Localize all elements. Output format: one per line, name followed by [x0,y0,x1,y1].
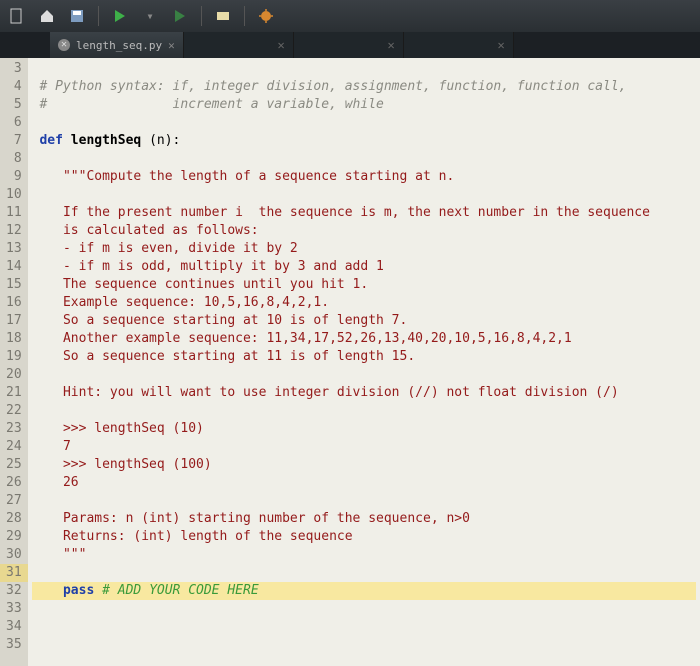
code-editor[interactable]: 3456789101112131415161718192021222324252… [0,58,700,666]
code-line: # increment a variable, while [39,97,383,112]
code-line: >>> lengthSeq (100) [32,457,212,472]
current-line: pass # ADD YOUR CODE HERE [32,582,696,600]
python-icon[interactable] [214,7,232,25]
separator-icon [201,6,202,26]
save-icon[interactable] [68,7,86,25]
tab-label: length_seq.py [76,39,162,52]
separator-icon [244,6,245,26]
close-icon[interactable]: ✕ [58,39,70,51]
code-line: So a sequence starting at 11 is of lengt… [32,349,416,364]
close-icon[interactable]: ✕ [277,38,284,52]
run-all-icon[interactable] [171,7,189,25]
code-line: Returns: (int) length of the sequence [32,529,353,544]
close-icon[interactable]: ✕ [387,38,394,52]
code-line: If the present number i the sequence is … [32,205,650,220]
code-line: Hint: you will want to use integer divis… [32,385,619,400]
tab-bar: ✕ length_seq.py ✕ ✕ ✕ ✕ [0,32,700,58]
code-line: >>> lengthSeq (10) [32,421,204,436]
code-line: 26 [32,475,79,490]
code-line: # Python syntax: if, integer division, a… [39,79,626,94]
code-line: So a sequence starting at 10 is of lengt… [32,313,408,328]
code-line: is calculated as follows: [32,223,259,238]
tab-inactive-1[interactable]: ✕ [184,32,294,58]
code-line: 7 [32,439,71,454]
code-line: def lengthSeq (n): [32,133,181,148]
home-icon[interactable] [38,7,56,25]
line-number-gutter: 3456789101112131415161718192021222324252… [0,58,28,666]
code-line: Params: n (int) starting number of the s… [32,511,470,526]
code-line: - if m is odd, multiply it by 3 and add … [32,259,384,274]
code-line [32,115,40,130]
code-line: The sequence continues until you hit 1. [32,277,369,292]
code-line: Another example sequence: 11,34,17,52,26… [32,331,572,346]
toolbar: ▼ [0,0,700,32]
run-dropdown-icon[interactable]: ▼ [141,7,159,25]
code-line: Example sequence: 10,5,16,8,4,2,1. [32,295,329,310]
run-icon[interactable] [111,7,129,25]
separator-icon [98,6,99,26]
tab-inactive-2[interactable]: ✕ [294,32,404,58]
code-line: - if m is even, divide it by 2 [32,241,298,256]
debug-icon[interactable] [257,7,275,25]
tab-close-x[interactable]: ✕ [168,39,175,52]
code-line: """Compute the length of a sequence star… [32,169,455,184]
tab-inactive-3[interactable]: ✕ [404,32,514,58]
close-icon[interactable]: ✕ [497,38,504,52]
code-line: """ [32,547,87,562]
file-icon[interactable] [8,7,26,25]
tab-main[interactable]: ✕ length_seq.py ✕ [50,32,184,58]
code-area[interactable]: # Python syntax: if, integer division, a… [28,58,700,666]
